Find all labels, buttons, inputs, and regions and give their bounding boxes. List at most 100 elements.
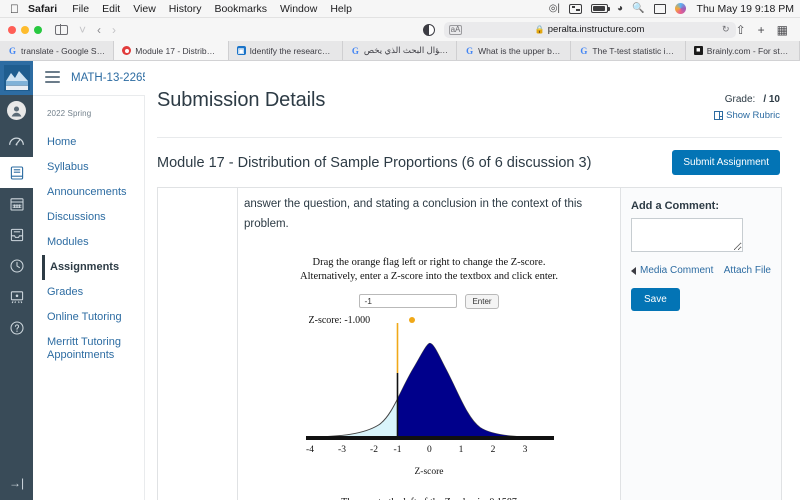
menu-history[interactable]: History bbox=[169, 3, 202, 15]
siri-icon[interactable] bbox=[674, 3, 686, 14]
sidebar-item-online-tutoring[interactable]: Online Tutoring bbox=[43, 305, 144, 330]
comments-panel: Add a Comment: Media Comment Attach File… bbox=[621, 188, 781, 500]
global-nav-help[interactable] bbox=[0, 312, 33, 343]
hamburger-menu-icon[interactable] bbox=[45, 70, 60, 86]
svg-text:-1: -1 bbox=[393, 445, 401, 455]
tab-label: Identify the research que... bbox=[249, 45, 334, 56]
browser-tab[interactable]: G حدد سؤال البحث الذي يخص... bbox=[343, 41, 458, 60]
maximize-window-button[interactable] bbox=[34, 25, 42, 34]
control-center-icon[interactable] bbox=[569, 3, 583, 14]
reload-icon[interactable]: ↻ bbox=[722, 24, 730, 35]
submission-panel: answer the question, and stating a concl… bbox=[157, 187, 782, 500]
show-rubric-button[interactable]: Show Rubric bbox=[714, 110, 780, 121]
save-comment-button[interactable]: Save bbox=[631, 288, 680, 311]
new-tab-icon[interactable]: + bbox=[758, 24, 765, 36]
media-comment-button[interactable]: Media Comment bbox=[631, 265, 713, 276]
attach-file-button[interactable]: Attach File bbox=[724, 265, 771, 276]
google-favicon: G bbox=[8, 45, 16, 56]
tab-overview-icon[interactable]: ▦ bbox=[777, 24, 788, 36]
global-nav-dashboard[interactable] bbox=[0, 126, 33, 157]
battery-icon[interactable] bbox=[591, 4, 611, 13]
submission-body-text: answer the question, and stating a concl… bbox=[244, 198, 583, 231]
menu-window[interactable]: Window bbox=[280, 3, 317, 15]
enter-button[interactable]: Enter bbox=[465, 293, 499, 309]
global-nav-account[interactable] bbox=[0, 95, 33, 126]
comment-actions: Media Comment Attach File bbox=[631, 265, 771, 276]
screen-recording-icon[interactable]: ◎| bbox=[549, 3, 560, 14]
global-nav-inbox[interactable] bbox=[0, 219, 33, 250]
back-button[interactable]: ‹ bbox=[97, 24, 101, 36]
applet-instruction-line-1: Drag the orange flag left or right to ch… bbox=[312, 257, 546, 269]
svg-text:3: 3 bbox=[522, 445, 527, 455]
menubar-clock[interactable]: Thu May 19 9:18 PM bbox=[697, 3, 794, 15]
macos-menu-bar:  Safari File Edit View History Bookmark… bbox=[0, 0, 800, 18]
global-nav-studio[interactable] bbox=[0, 281, 33, 312]
submission-preview[interactable]: answer the question, and stating a concl… bbox=[238, 188, 621, 500]
browser-tab[interactable]: G translate - Google Search bbox=[0, 41, 115, 60]
page-zoom-icon[interactable]: aA bbox=[448, 24, 463, 35]
safari-toolbar: ˅ ‹ › aA 🔒 peralta.instructure.com ↻ ⇧ +… bbox=[0, 18, 800, 41]
comment-textarea[interactable] bbox=[631, 218, 743, 252]
menu-help[interactable]: Help bbox=[330, 3, 352, 15]
browser-tab[interactable]: G What is the upper bound... bbox=[457, 41, 572, 60]
menu-bookmarks[interactable]: Bookmarks bbox=[214, 3, 267, 15]
sidebar-item-assignments[interactable]: Assignments bbox=[42, 254, 144, 280]
sidebar-item-discussions[interactable]: Discussions bbox=[43, 205, 144, 230]
browser-tab[interactable]: ▣ Identify the research que... bbox=[229, 41, 343, 60]
menubar-status-area: ◎| ◕ 🔍 Thu May 19 9:18 PM bbox=[549, 3, 794, 15]
share-icon[interactable]: ⇧ bbox=[736, 24, 746, 36]
tab-label: What is the upper bound... bbox=[478, 45, 562, 56]
global-nav-history[interactable] bbox=[0, 250, 33, 281]
google-favicon: G bbox=[580, 45, 588, 56]
svg-text:-3: -3 bbox=[338, 445, 346, 455]
menu-safari[interactable]: Safari bbox=[28, 3, 57, 15]
brainly-favicon: ■ bbox=[693, 46, 703, 55]
z-score-annotation: Z-score: -1.000 bbox=[308, 314, 371, 326]
google-favicon: G bbox=[351, 45, 359, 56]
forward-button[interactable]: › bbox=[112, 24, 116, 36]
global-nav-courses[interactable] bbox=[0, 157, 33, 188]
sidebar-item-modules[interactable]: Modules bbox=[43, 230, 144, 255]
z-score-input-row: Enter bbox=[242, 293, 616, 309]
menu-file[interactable]: File bbox=[72, 3, 89, 15]
orange-flag-handle-icon[interactable] bbox=[408, 316, 415, 323]
sidebar-toggle-icon[interactable] bbox=[55, 24, 68, 35]
sidebar-item-home[interactable]: Home bbox=[43, 130, 144, 155]
reader-mode-icon[interactable] bbox=[422, 23, 435, 36]
grade-label: Grade: bbox=[724, 94, 756, 105]
inbox-tray-icon bbox=[9, 227, 25, 243]
menu-edit[interactable]: Edit bbox=[102, 3, 120, 15]
sidebar-item-merritt-tutoring-appointments[interactable]: Merritt Tutoring Appointments bbox=[43, 330, 144, 368]
sidebar-item-syllabus[interactable]: Syllabus bbox=[43, 155, 144, 180]
wifi-icon[interactable]: ◕ bbox=[617, 3, 623, 14]
area-left-text: The area to the left of the Z value is: … bbox=[242, 493, 616, 500]
close-window-button[interactable] bbox=[8, 25, 16, 34]
sidebar-item-grades[interactable]: Grades bbox=[43, 280, 144, 305]
z-score-input[interactable] bbox=[359, 294, 458, 309]
x-axis bbox=[305, 435, 554, 440]
minimize-window-button[interactable] bbox=[21, 25, 29, 34]
show-rubric-label: Show Rubric bbox=[726, 110, 780, 121]
grade-line: Grade: / 10 bbox=[714, 94, 780, 105]
browser-tab-active[interactable]: Module 17 - Distribution... bbox=[114, 41, 229, 60]
airplay-icon[interactable] bbox=[653, 3, 666, 14]
sidebar-dropdown-chevron-icon[interactable]: ˅ bbox=[79, 24, 86, 36]
apple-logo-icon[interactable]:  bbox=[10, 3, 19, 15]
menu-view[interactable]: View bbox=[133, 3, 156, 15]
global-nav-calendar[interactable] bbox=[0, 188, 33, 219]
assignment-title: Module 17 - Distribution of Sample Propo… bbox=[157, 154, 592, 171]
collapse-arrow-icon[interactable]: →| bbox=[9, 476, 24, 490]
spotlight-search-icon[interactable]: 🔍 bbox=[632, 3, 644, 14]
normal-distribution-chart[interactable]: Z-score: -1.000 -4 -3 -2 -1 0 1 2 3 bbox=[302, 315, 557, 465]
browser-tab[interactable]: G The T-test statistic is 3.3... bbox=[571, 41, 686, 60]
merritt-college-logo[interactable] bbox=[0, 61, 33, 95]
submit-assignment-button[interactable]: Submit Assignment bbox=[672, 150, 780, 175]
sidebar-item-announcements[interactable]: Announcements bbox=[43, 180, 144, 205]
browser-tab[interactable]: ■ Brainly.com - For studen... bbox=[686, 41, 800, 60]
window-controls[interactable] bbox=[8, 25, 42, 34]
address-bar[interactable]: aA 🔒 peralta.instructure.com ↻ bbox=[443, 21, 736, 38]
grade-box: Grade: / 10 Show Rubric bbox=[714, 89, 780, 121]
dashboard-speedometer-icon bbox=[8, 133, 25, 150]
add-comment-label: Add a Comment: bbox=[631, 200, 719, 212]
chart-x-axis-label: Z-score bbox=[414, 466, 444, 477]
